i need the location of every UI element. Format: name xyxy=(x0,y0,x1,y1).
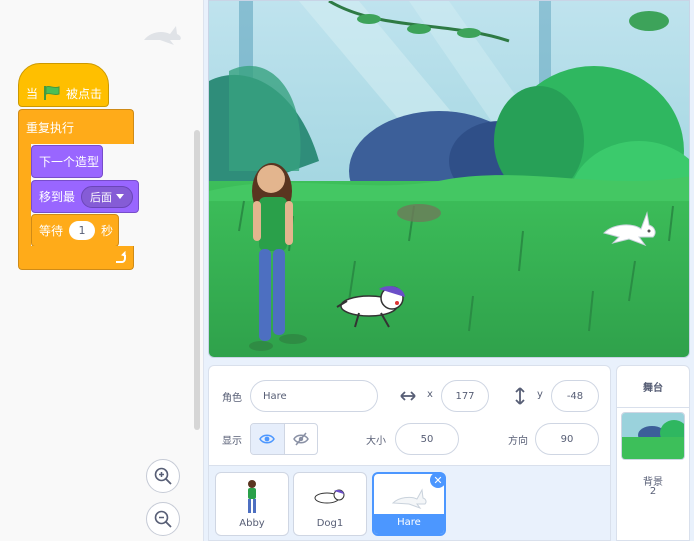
close-icon: ✕ xyxy=(433,473,443,487)
x-input[interactable]: 177 xyxy=(441,380,489,412)
vertical-arrows-icon xyxy=(515,387,525,405)
sprite-info-panel: 角色 Hare x 177 y -48 显示 大小 50 方向 90 xyxy=(208,365,611,466)
zoom-out-icon xyxy=(154,510,172,528)
backdrop-thumbnail[interactable] xyxy=(621,412,685,460)
sprite-tile-name: Hare xyxy=(397,517,421,528)
layer-dropdown-value: 后面 xyxy=(90,190,113,204)
x-label: x xyxy=(427,389,433,400)
loop-arrow-icon xyxy=(116,250,126,263)
horizontal-arrows-icon xyxy=(400,391,416,401)
sprite-tile-hare[interactable]: Hare ✕ xyxy=(372,472,446,536)
zoom-out-button[interactable] xyxy=(146,502,180,536)
size-label: 大小 xyxy=(366,436,386,447)
layer-dropdown[interactable]: 后面 xyxy=(81,185,134,208)
forever-block-bottom xyxy=(18,246,134,270)
eye-slash-icon xyxy=(292,432,309,446)
hide-button[interactable] xyxy=(285,424,318,454)
clicked-label: 被点击 xyxy=(66,86,103,101)
hare-watermark-icon xyxy=(144,26,181,45)
script-scrollbar[interactable] xyxy=(194,130,200,430)
stage-panel-title: 舞台 xyxy=(617,366,689,408)
seconds-label: 秒 xyxy=(101,224,114,238)
backdrop-count: 2 xyxy=(649,486,657,497)
sprite-label: 角色 xyxy=(222,393,242,404)
stage-selector-panel[interactable]: 舞台 背景 2 xyxy=(616,365,690,541)
abby-thumbnail xyxy=(248,480,256,513)
wait-seconds-input[interactable]: 1 xyxy=(69,221,96,240)
forest-backdrop xyxy=(209,1,689,357)
sprite-tile-abby[interactable]: Abby xyxy=(215,472,289,536)
next-costume-block[interactable]: 下一个造型 xyxy=(31,145,103,178)
y-input[interactable]: -48 xyxy=(551,380,599,412)
script-area[interactable]: 当 被点击 重复执行 下一个造型 移到最 后面 等待 1 秒 xyxy=(0,0,204,541)
eye-icon xyxy=(259,434,276,444)
when-label: 当 xyxy=(26,86,39,101)
sprite-tile-dog1[interactable]: Dog1 xyxy=(293,472,367,536)
forest-backdrop-thumbnail xyxy=(622,413,684,459)
forever-block-arm xyxy=(18,143,31,248)
when-flag-clicked-block[interactable]: 当 被点击 xyxy=(18,63,109,107)
sprite-tile-name: Dog1 xyxy=(316,518,344,529)
chevron-down-icon xyxy=(116,194,125,199)
hare-thumbnail xyxy=(391,488,427,509)
wait-block[interactable]: 等待 1 秒 xyxy=(31,214,119,247)
go-to-layer-block[interactable]: 移到最 后面 xyxy=(31,180,139,213)
wait-label: 等待 xyxy=(39,224,64,238)
next-costume-label: 下一个造型 xyxy=(39,155,100,169)
zoom-in-button[interactable] xyxy=(146,459,180,493)
stage-canvas[interactable] xyxy=(208,0,690,358)
forever-block[interactable]: 重复执行 xyxy=(18,109,134,144)
visibility-toggle xyxy=(250,423,318,455)
delete-sprite-button[interactable]: ✕ xyxy=(430,472,446,488)
direction-label: 方向 xyxy=(508,436,528,447)
dog1-thumbnail xyxy=(314,489,345,504)
y-label: y xyxy=(537,389,543,400)
forever-label: 重复执行 xyxy=(26,120,75,135)
green-flag-icon xyxy=(44,85,60,100)
sprite-list: Abby Dog1 Hare ✕ xyxy=(208,466,611,541)
size-input[interactable]: 50 xyxy=(395,423,459,455)
sprite-tile-name: Abby xyxy=(239,518,265,529)
sprite-name-input[interactable]: Hare xyxy=(250,380,378,412)
show-label: 显示 xyxy=(222,436,242,447)
zoom-in-icon xyxy=(154,467,172,485)
show-button[interactable] xyxy=(251,424,285,454)
go-to-layer-label: 移到最 xyxy=(39,190,76,204)
direction-input[interactable]: 90 xyxy=(535,423,599,455)
